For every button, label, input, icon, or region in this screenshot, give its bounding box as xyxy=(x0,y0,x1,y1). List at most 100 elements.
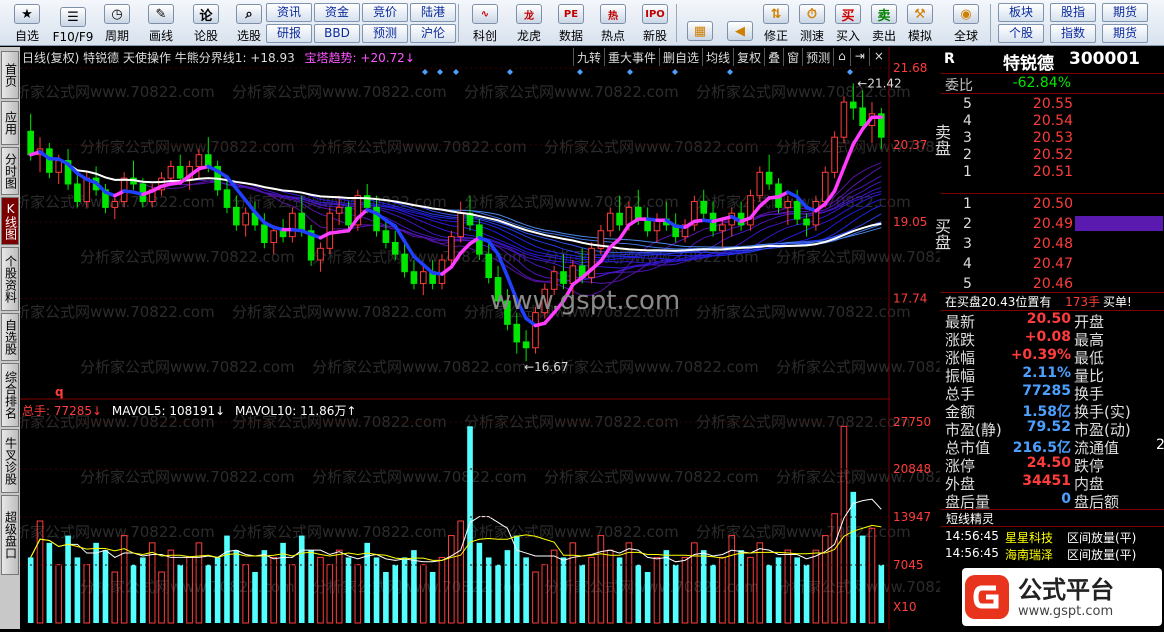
toolbar-bottom-button[interactable]: BBD xyxy=(314,24,360,43)
candle-body xyxy=(402,254,408,272)
stat-row: 涨停24.50跌停 xyxy=(941,455,1164,473)
left-tab-7[interactable]: 牛叉诊股 xyxy=(1,429,19,493)
left-tab-1[interactable]: 应用 xyxy=(1,101,19,145)
toolbar-top-button[interactable]: 资讯 xyxy=(266,3,312,22)
toolbar-bottom-button[interactable]: 预测 xyxy=(362,24,408,43)
chart-header-button[interactable]: 窗 xyxy=(783,48,802,66)
left-tab-6[interactable]: 综合排名 xyxy=(1,363,19,427)
bg-watermark: 分析家公式网www.70822.com xyxy=(312,578,527,596)
bg-watermark: 分析家公式网www.70822.com xyxy=(312,358,527,376)
price-axis-label: 17.74 xyxy=(893,292,927,306)
mavol10: MAVOL10: 11.86万↑ xyxy=(235,404,356,418)
chart-header-button[interactable]: 预测 xyxy=(802,48,833,66)
left-tab-8[interactable]: 超级盘口 xyxy=(1,495,19,575)
grid-icon: ▦ xyxy=(687,21,713,41)
chart-header-button[interactable]: 复权 xyxy=(733,48,764,66)
stat-row: 涨跌+0.08最高 xyxy=(941,329,1164,347)
toolbar-label: 买入 xyxy=(836,27,860,44)
volume-bar-down xyxy=(28,557,34,623)
toolbar-button-dragon[interactable]: 龙龙虎 xyxy=(506,2,552,44)
volume-unit-label: X10 xyxy=(893,600,917,614)
chart-header-button[interactable]: 叠 xyxy=(764,48,783,66)
toolbar-top-button[interactable]: 资金 xyxy=(314,3,360,22)
left-tab-5[interactable]: 自选股 xyxy=(1,313,19,361)
sell-level: 4 xyxy=(963,113,972,129)
magnifier-chart-icon: ⌕ xyxy=(236,4,262,24)
left-tab-4[interactable]: 个股资料 xyxy=(1,247,19,311)
toolbar-button-back-arrow[interactable]: ◀ xyxy=(720,2,760,44)
stopwatch-icon: ⏱ xyxy=(799,4,825,24)
volume-bar-down xyxy=(308,550,314,623)
chart-svg[interactable]: 分析家公式网www.70822.com 分析家公式网www.70822.com 分析… xyxy=(20,47,940,629)
candle-body xyxy=(290,213,296,236)
chart-header-button[interactable]: 均线 xyxy=(702,48,733,66)
separator xyxy=(990,4,991,42)
toolbar-button-hot[interactable]: 热热点 xyxy=(590,2,636,44)
toolbar-button-sell[interactable]: 卖卖出 xyxy=(864,2,904,44)
candle-body xyxy=(420,272,426,284)
stat-value: 24.50 xyxy=(991,455,1071,471)
sell-orders: 520.55420.54320.53220.52120.51卖盘 xyxy=(941,93,1164,193)
close-icon[interactable]: × xyxy=(869,48,888,66)
toolbar-button-pencil[interactable]: ✎画线 xyxy=(138,2,184,44)
left-tab-2[interactable]: 分时图 xyxy=(1,147,19,195)
quote-panel: R 特锐德 300001 委比 -62.84% 520.55420.54320.… xyxy=(941,47,1164,629)
toolbar-right-bottom-button[interactable]: 个股 xyxy=(998,24,1044,43)
short-sprite-item[interactable]: 14:56:45海南瑞泽区间放量(平) xyxy=(941,546,1164,564)
toolbar-top-button[interactable]: 竞价 xyxy=(362,3,408,22)
short-sprite-header: 短线精灵 xyxy=(941,509,1164,527)
toolbar-button-chart[interactable]: ∿科创 xyxy=(462,2,508,44)
candle-body xyxy=(205,155,211,167)
stat-value: +0.39% xyxy=(991,347,1071,363)
toolbar-top-button[interactable]: 陆港 xyxy=(410,3,456,22)
left-tab-3[interactable]: K线图 xyxy=(1,197,19,245)
toolbar-button-updown-arrows[interactable]: ⇅修正 xyxy=(756,2,796,44)
toolbar-right-top-button[interactable]: 股指 xyxy=(1050,3,1096,22)
background-watermark-text: 分析家公式网www.70822.com 分析家公式网www.70822.com 分析… xyxy=(20,83,940,596)
toolbar-button-stopwatch[interactable]: ⏱测速 xyxy=(792,2,832,44)
toolbar-button-clock[interactable]: ◷周期 xyxy=(94,2,140,44)
toolbar-right-bottom-button[interactable]: 期货 xyxy=(1102,24,1148,43)
toolbar-button-buy[interactable]: 买买入 xyxy=(828,2,868,44)
toolbar-button-grid[interactable]: ▦ xyxy=(680,2,720,44)
volume-bar-down xyxy=(392,565,398,623)
volume-bar-down xyxy=(794,557,800,623)
toolbar-button-pe[interactable]: PE数据 xyxy=(548,2,594,44)
toolbar-button-globe[interactable]: ◉全球 xyxy=(946,2,986,44)
toolbar-button-list[interactable]: ☰F10/F9 xyxy=(50,2,96,44)
sell-level: 5 xyxy=(963,96,972,112)
toolbar-button-discuss[interactable]: 论论股 xyxy=(183,2,229,44)
volume-bar-down xyxy=(486,557,492,623)
stat-value: 2.11% xyxy=(991,365,1071,381)
toolbar-button-hammer[interactable]: ⚒模拟 xyxy=(900,2,940,44)
toolbar-bottom-button[interactable]: 研报 xyxy=(266,24,312,43)
chart-title: 日线(复权) 特锐德 天使操作 牛熊分界线1: +18.93 xyxy=(22,51,295,65)
toolbar-label: 自选 xyxy=(15,27,39,44)
stat-value: 0 xyxy=(991,491,1071,507)
volume-bar-down xyxy=(346,557,352,623)
chart-header-button[interactable]: 重大事件 xyxy=(604,48,659,66)
toolbar-right-top-button[interactable]: 期货 xyxy=(1102,3,1148,22)
bg-watermark: 分析家公式网www.70822.com xyxy=(696,413,911,431)
short-sprite-item[interactable]: 14:56:45星星科技区间放量(平) xyxy=(941,529,1164,547)
sell-level-row: 520.55 xyxy=(941,96,1164,114)
chart-header-button[interactable]: 删自选 xyxy=(659,48,702,66)
k-line-chart[interactable]: 分析家公式网www.70822.com 分析家公式网www.70822.com 分析… xyxy=(20,47,940,629)
buy-icon: 买 xyxy=(835,4,861,24)
toolbar-bottom-button[interactable]: 沪伦 xyxy=(410,24,456,43)
candle-body xyxy=(234,207,240,225)
toolbar-right-top-button[interactable]: 板块 xyxy=(998,3,1044,22)
gspt-logo: 公式平台 www.gspt.com xyxy=(962,568,1162,626)
bg-watermark: 分析家公式网www.70822.com xyxy=(776,248,940,266)
lock-icon[interactable]: ⌂ xyxy=(833,48,850,66)
toolbar-label: 全球 xyxy=(954,27,978,44)
toolbar-button-star[interactable]: ★自选 xyxy=(4,2,50,44)
left-tab-0[interactable]: 首页 xyxy=(1,51,19,99)
expand-icon[interactable]: ⇥ xyxy=(850,48,869,66)
toolbar-button-ipo[interactable]: IPO新股 xyxy=(632,2,678,44)
chart-header-button[interactable]: 九转 xyxy=(573,48,604,66)
toolbar-label: 数据 xyxy=(559,27,583,44)
bg-watermark: 分析家公式网www.70822.com xyxy=(544,578,759,596)
volume-bar-down xyxy=(579,565,585,623)
toolbar-right-bottom-button[interactable]: 指数 xyxy=(1050,24,1096,43)
